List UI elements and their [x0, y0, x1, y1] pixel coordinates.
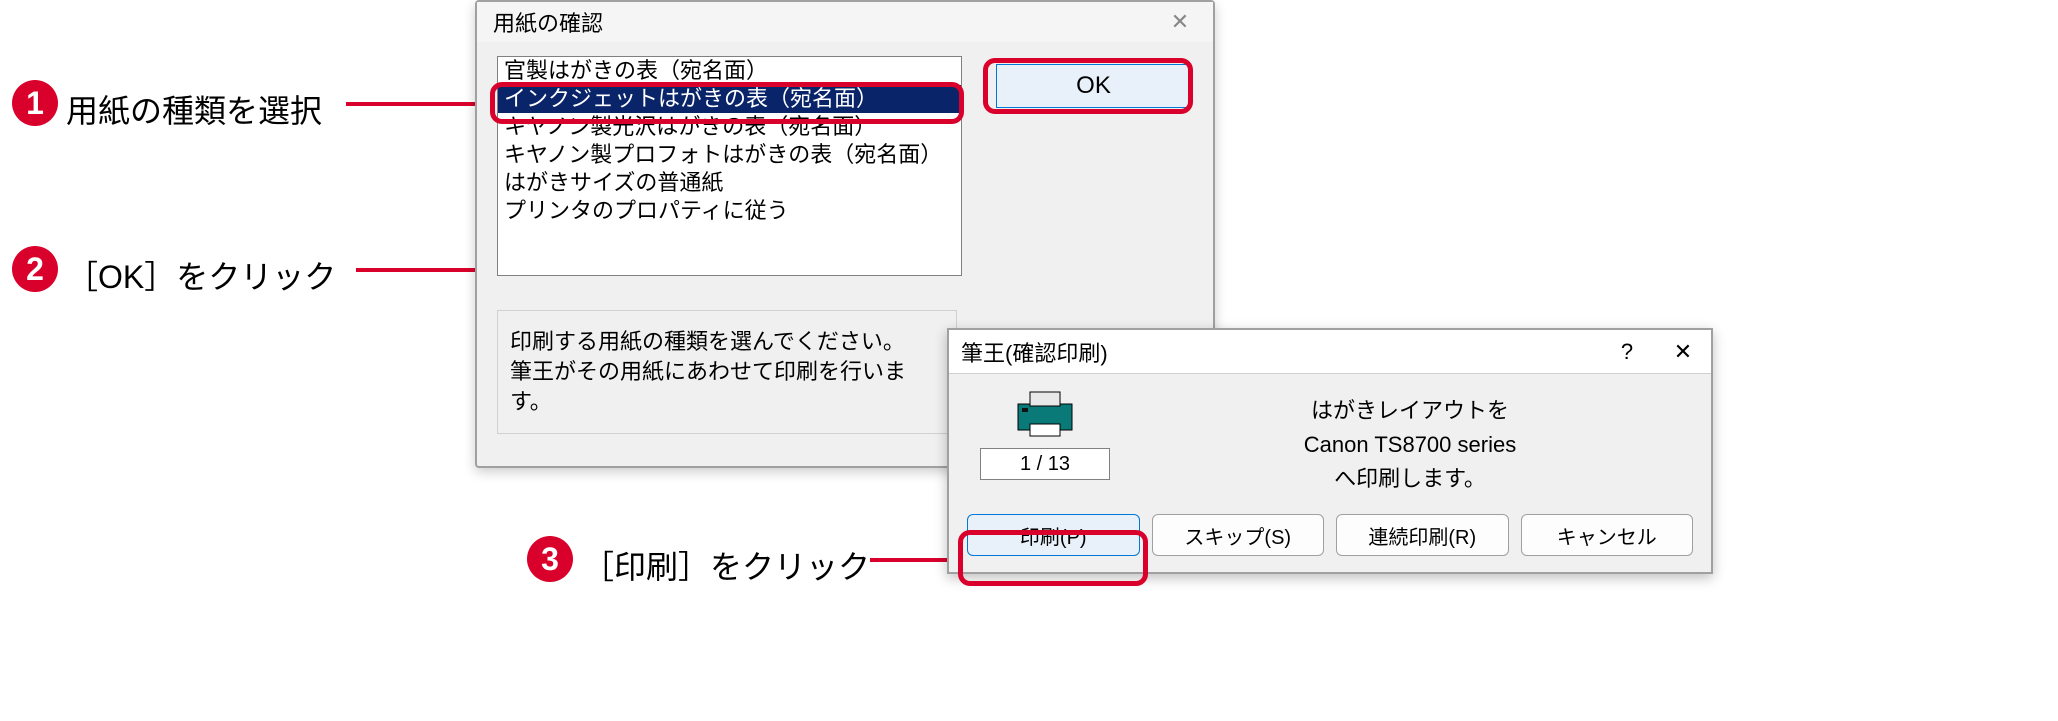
- skip-button[interactable]: スキップ(S): [1152, 514, 1325, 556]
- dialog-title: 筆王(確認印刷): [961, 336, 1108, 368]
- callout-text-1: 用紙の種類を選択: [66, 86, 322, 132]
- list-item[interactable]: はがきサイズの普通紙: [498, 169, 961, 197]
- page-counter: 1 / 13: [980, 448, 1110, 480]
- msg-line: はがきレイアウトを: [1125, 394, 1695, 428]
- msg-line: へ印刷します。: [1125, 462, 1695, 496]
- print-confirm-dialog: 筆王(確認印刷) ? ✕ 1 / 13 はがきレイアウトを Canon TS87…: [947, 328, 1713, 574]
- list-item[interactable]: キヤノン製光沢はがきの表（宛名面）: [498, 113, 961, 141]
- callout-text-2: ［OK］をクリック: [66, 252, 336, 298]
- dialog-titlebar: 用紙の確認 ✕: [477, 2, 1213, 42]
- continuous-print-button[interactable]: 連続印刷(R): [1336, 514, 1509, 556]
- list-item[interactable]: 官製はがきの表（宛名面）: [498, 57, 961, 85]
- callout-text-3: ［印刷］をクリック: [582, 542, 870, 588]
- list-item[interactable]: プリンタのプロパティに従う: [498, 197, 961, 225]
- callout-badge-1: 1: [12, 80, 58, 126]
- callout-line-1: [346, 102, 494, 106]
- help-icon[interactable]: ?: [1599, 330, 1655, 374]
- close-icon[interactable]: ✕: [1155, 5, 1205, 39]
- print-message: はがきレイアウトを Canon TS8700 series へ印刷します。: [1125, 390, 1695, 496]
- info-line: 筆王がその用紙にあわせて印刷を行います。: [510, 357, 944, 417]
- info-line: 印刷する用紙の種類を選んでください。: [510, 327, 944, 357]
- paper-type-listbox[interactable]: 官製はがきの表（宛名面） インクジェットはがきの表（宛名面） キヤノン製光沢はが…: [497, 56, 962, 276]
- ok-button[interactable]: OK: [996, 64, 1191, 108]
- callout-badge-2: 2: [12, 246, 58, 292]
- callout-line-3: [870, 558, 958, 562]
- info-panel: 印刷する用紙の種類を選んでください。 筆王がその用紙にあわせて印刷を行います。: [497, 310, 957, 434]
- dialog-title: 用紙の確認: [493, 6, 603, 38]
- close-icon[interactable]: ✕: [1655, 330, 1711, 374]
- dialog-titlebar: 筆王(確認印刷) ? ✕: [949, 330, 1711, 374]
- printer-icon: [1016, 390, 1074, 438]
- callout-badge-3: 3: [527, 536, 573, 582]
- msg-line: Canon TS8700 series: [1125, 428, 1695, 462]
- print-button[interactable]: 印刷(P): [967, 514, 1140, 556]
- cancel-button[interactable]: キャンセル: [1521, 514, 1694, 556]
- list-item[interactable]: インクジェットはがきの表（宛名面）: [498, 85, 961, 113]
- list-item[interactable]: キヤノン製プロフォトはがきの表（宛名面）: [498, 141, 961, 169]
